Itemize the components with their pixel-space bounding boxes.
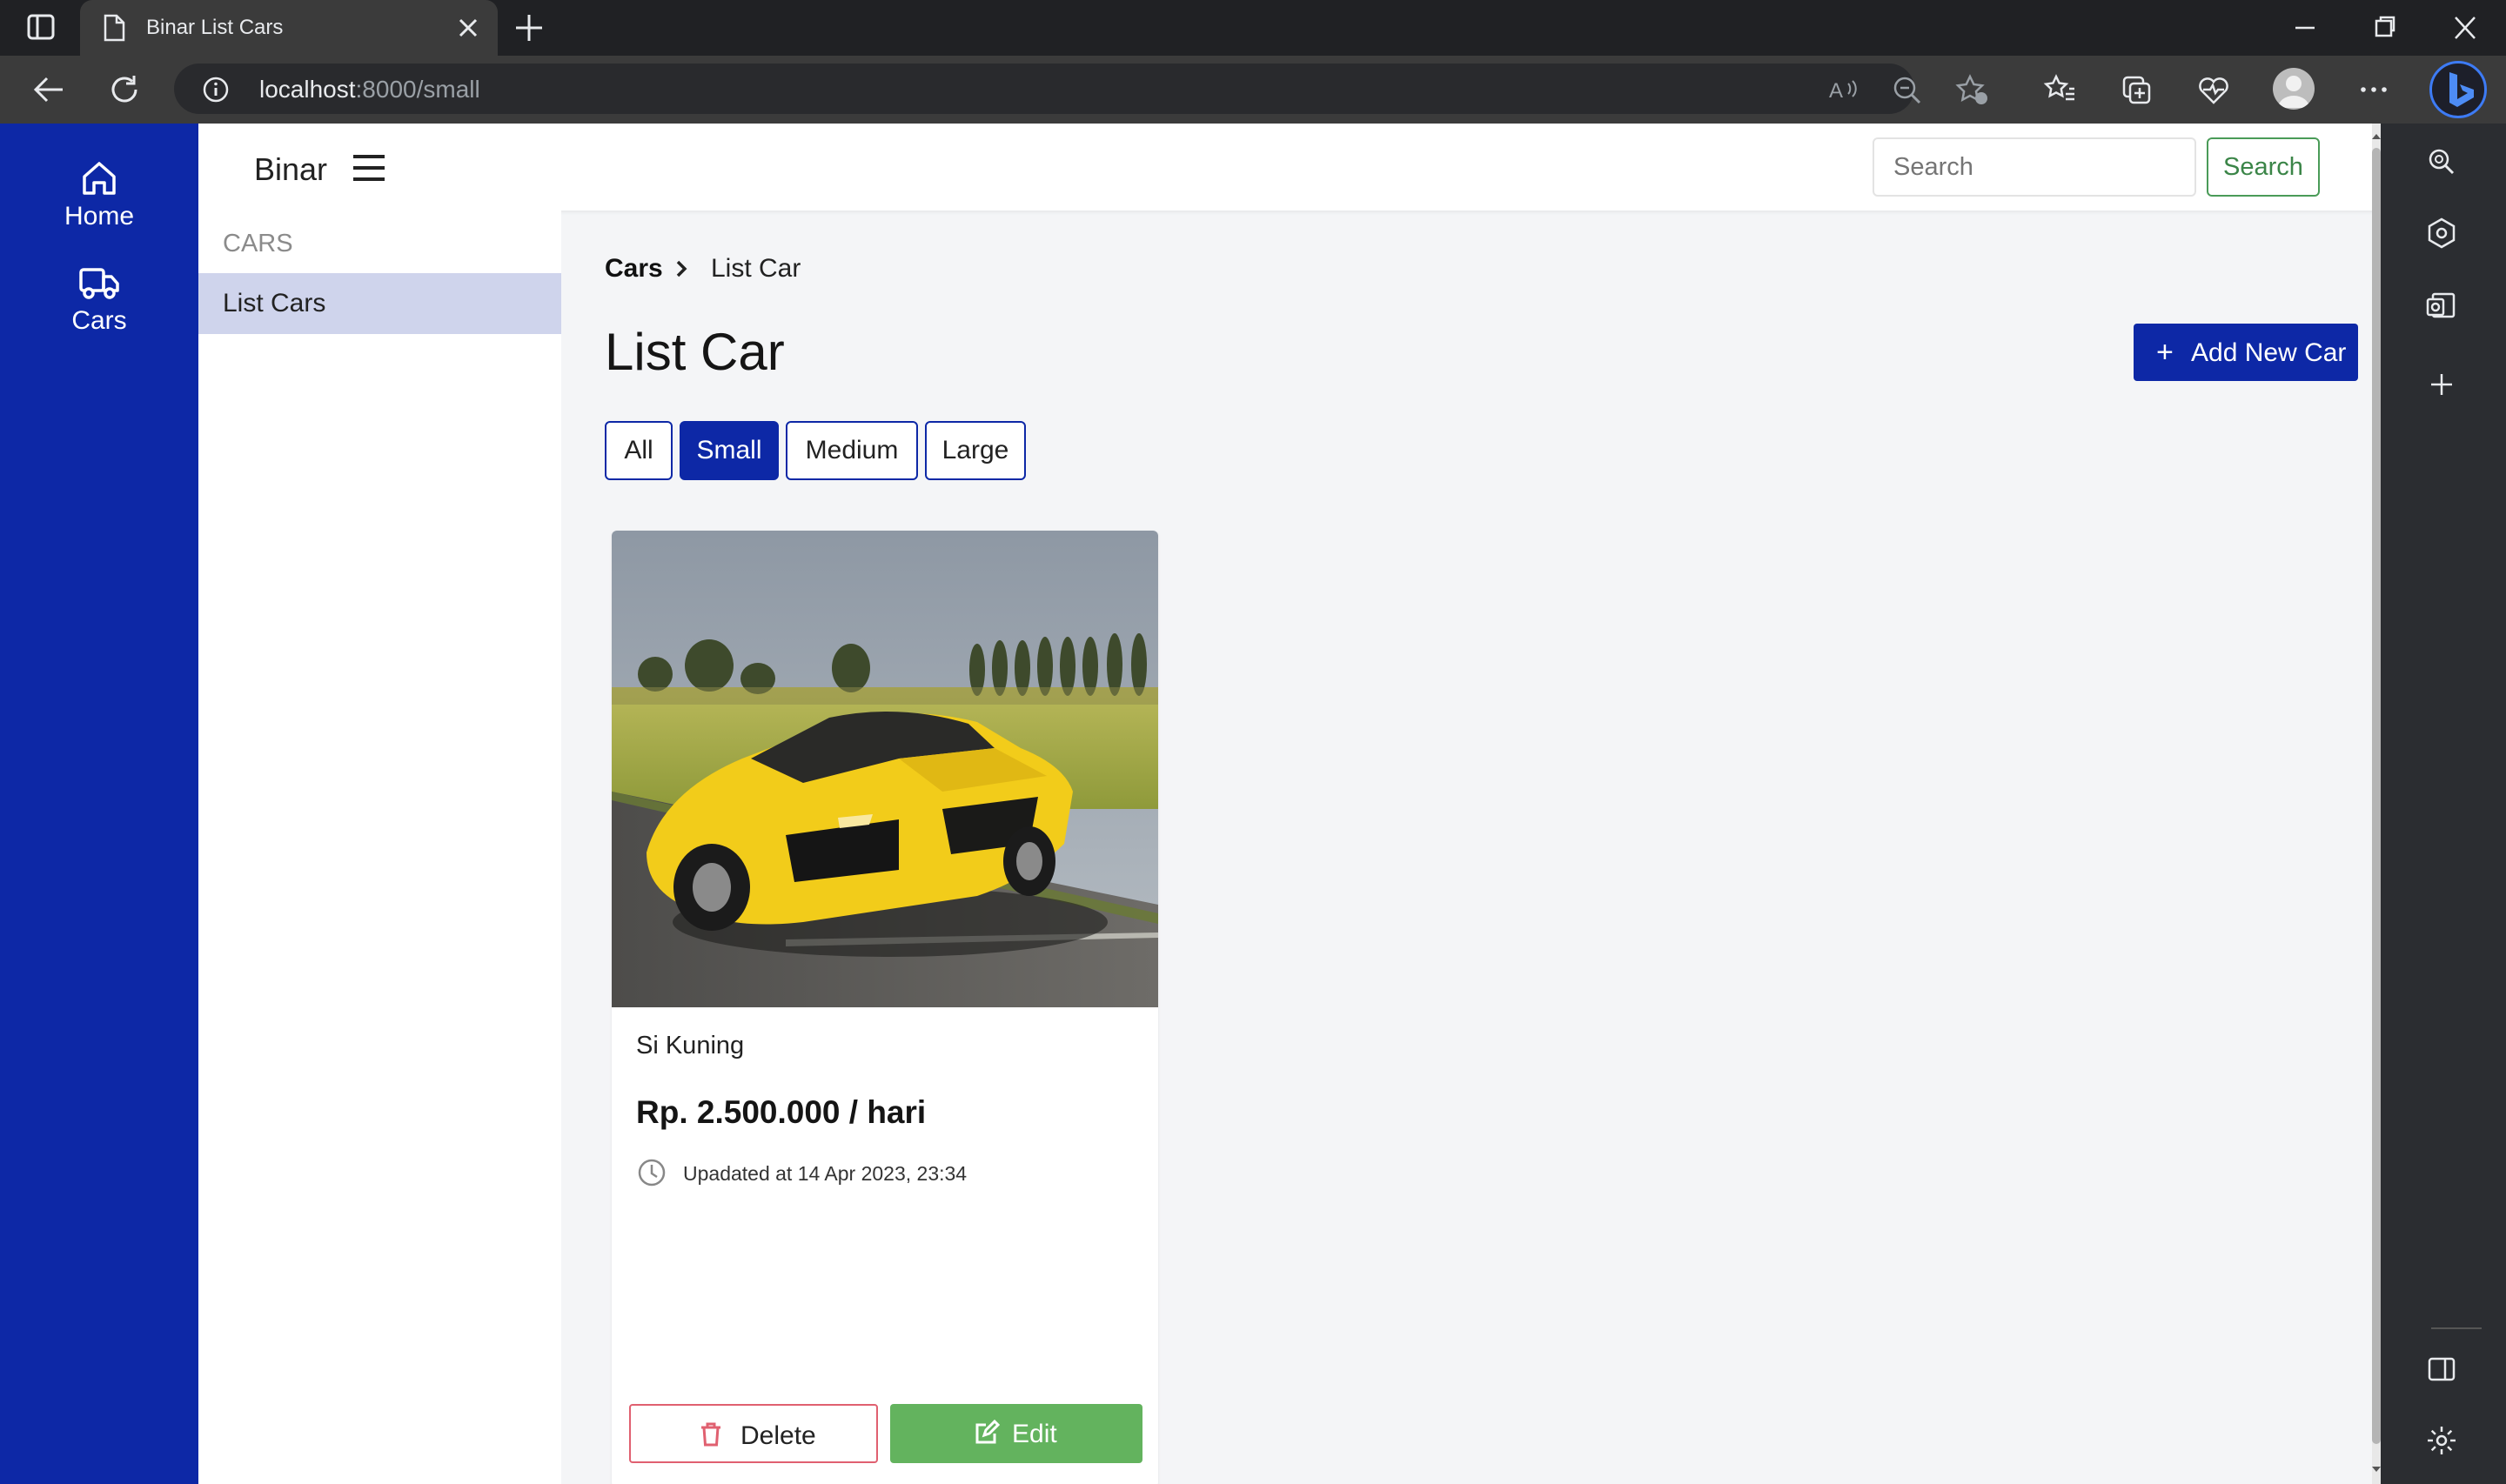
collections-icon[interactable] bbox=[2120, 73, 2154, 106]
breadcrumb-current: List Car bbox=[711, 254, 801, 283]
browser-tab-bar: Binar List Cars bbox=[0, 0, 2506, 56]
url-text: localhost:8000/small bbox=[259, 76, 480, 104]
add-favorite-icon[interactable] bbox=[1954, 73, 1989, 106]
filter-large-button[interactable]: Large bbox=[925, 421, 1026, 480]
search-input[interactable] bbox=[1873, 137, 2196, 197]
filter-medium-button[interactable]: Medium bbox=[786, 421, 918, 480]
bing-icon bbox=[2449, 72, 2474, 107]
edit-button[interactable]: Edit bbox=[890, 1404, 1142, 1463]
plus-icon: + bbox=[2156, 336, 2174, 369]
address-bar: localhost:8000/small A bbox=[0, 56, 2506, 124]
hide-sidebar-icon[interactable] bbox=[2424, 1352, 2459, 1387]
reload-icon[interactable] bbox=[108, 73, 143, 106]
trash-icon bbox=[701, 1422, 720, 1447]
site-info-icon[interactable] bbox=[202, 76, 230, 104]
url-path: :8000/small bbox=[355, 76, 480, 103]
page-scrollbar[interactable] bbox=[2372, 124, 2381, 1484]
svg-text:A: A bbox=[1829, 79, 1843, 103]
breadcrumb-root[interactable]: Cars bbox=[605, 254, 663, 284]
add-sidebar-app-icon[interactable] bbox=[2424, 367, 2459, 402]
edit-label: Edit bbox=[1012, 1420, 1057, 1448]
home-icon bbox=[83, 162, 116, 195]
delete-label: Delete bbox=[740, 1421, 816, 1450]
minimize-icon[interactable] bbox=[2292, 12, 2318, 43]
page-icon bbox=[104, 14, 125, 42]
search-sidebar-icon[interactable] bbox=[2424, 144, 2459, 179]
browser-essentials-icon[interactable] bbox=[2196, 73, 2231, 106]
filter-all-button[interactable]: All bbox=[605, 421, 673, 480]
search-button[interactable]: Search bbox=[2207, 137, 2320, 197]
chevron-right-icon bbox=[676, 260, 687, 277]
brand-name: Binar bbox=[254, 151, 328, 187]
nav-home[interactable]: Home bbox=[0, 158, 198, 231]
sub-sidebar: CARS List Cars bbox=[198, 211, 561, 1484]
close-window-icon[interactable] bbox=[2452, 12, 2478, 43]
main-content: Cars List Car List Car + Add New Car All… bbox=[561, 211, 2381, 1484]
bing-copilot-button[interactable] bbox=[2429, 61, 2487, 118]
scroll-up-icon[interactable] bbox=[2372, 130, 2381, 143]
icon-sidebar: Home Cars bbox=[0, 124, 198, 1484]
url-field[interactable]: localhost:8000/small bbox=[174, 64, 1914, 114]
car-name: Si Kuning bbox=[636, 1032, 745, 1060]
tab-actions-icon[interactable] bbox=[24, 12, 59, 43]
nav-home-label: Home bbox=[64, 202, 135, 231]
close-tab-icon[interactable] bbox=[456, 16, 480, 40]
shopping-icon[interactable] bbox=[2424, 216, 2459, 251]
outlook-icon[interactable] bbox=[2424, 289, 2459, 324]
car-price: Rp. 2.500.000 / hari bbox=[636, 1094, 927, 1130]
filter-small-button[interactable]: Small bbox=[680, 421, 779, 480]
add-new-car-label: Add New Car bbox=[2191, 338, 2347, 367]
truck-icon bbox=[79, 268, 119, 299]
delete-button[interactable]: Delete bbox=[629, 1404, 878, 1463]
app-header: Binar Search bbox=[198, 124, 2381, 211]
subnav-item-list-cars[interactable]: List Cars bbox=[198, 273, 561, 334]
hamburger-menu-icon[interactable] bbox=[352, 153, 386, 183]
read-aloud-icon[interactable]: A bbox=[1827, 73, 1862, 106]
favorites-icon[interactable] bbox=[2043, 73, 2078, 106]
car-card: Si Kuning Rp. 2.500.000 / hari Upadated … bbox=[612, 531, 1158, 1484]
scroll-down-icon[interactable] bbox=[2372, 1463, 2381, 1475]
sidebar-divider bbox=[2431, 1327, 2482, 1329]
add-new-car-button[interactable]: + Add New Car bbox=[2134, 324, 2358, 381]
browser-tab[interactable]: Binar List Cars bbox=[80, 0, 498, 56]
sidebar-settings-icon[interactable] bbox=[2424, 1423, 2459, 1458]
profile-avatar[interactable] bbox=[2273, 68, 2315, 110]
clock-icon bbox=[638, 1159, 666, 1187]
zoom-out-icon[interactable] bbox=[1890, 73, 1925, 106]
edge-sidebar bbox=[2381, 124, 2506, 1484]
car-updated-at: Upadated at 14 Apr 2023, 23:34 bbox=[683, 1162, 968, 1185]
page-viewport: Home Cars Binar Search CARS List Cars Ca… bbox=[0, 124, 2381, 1484]
person-icon bbox=[2278, 76, 2309, 108]
car-image bbox=[612, 531, 1158, 1007]
more-options-icon[interactable] bbox=[2356, 73, 2391, 106]
url-host: localhost bbox=[259, 76, 356, 103]
tab-title: Binar List Cars bbox=[146, 16, 284, 39]
page-title: List Car bbox=[605, 323, 785, 381]
new-tab-icon[interactable] bbox=[513, 12, 545, 43]
back-icon[interactable] bbox=[31, 73, 66, 106]
nav-cars-label: Cars bbox=[71, 306, 127, 335]
nav-cars[interactable]: Cars bbox=[0, 263, 198, 336]
subnav-heading: CARS bbox=[223, 230, 293, 257]
edit-icon bbox=[975, 1420, 1000, 1444]
scrollbar-thumb[interactable] bbox=[2372, 148, 2381, 1444]
restore-icon[interactable] bbox=[2372, 12, 2398, 43]
